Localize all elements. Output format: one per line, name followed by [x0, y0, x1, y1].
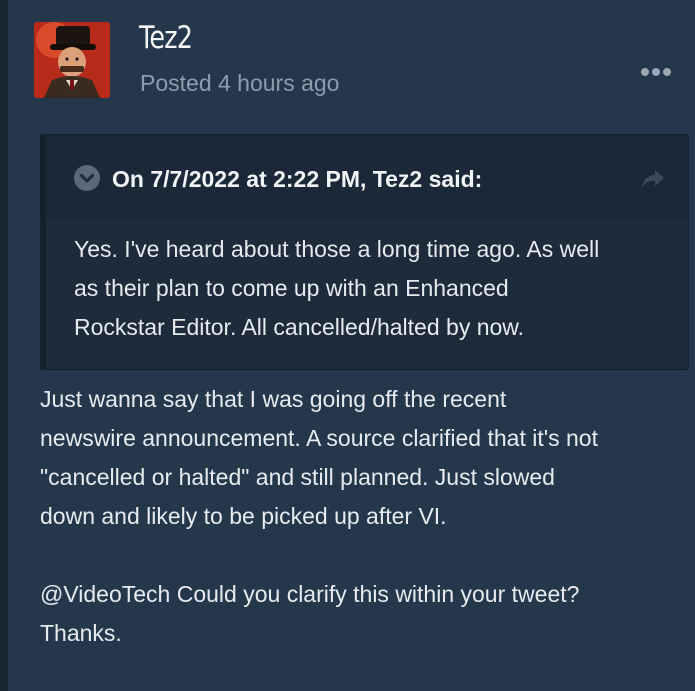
- post-line: newswire announcement. A source clarifie…: [40, 425, 598, 451]
- chevron-down-icon: [80, 174, 94, 183]
- post-line: Thanks.: [40, 620, 122, 646]
- share-arrow-icon: [642, 170, 664, 188]
- post-body: Just wanna say that I was going off the …: [40, 380, 690, 653]
- post-line: down and likely to be picked up after VI…: [40, 503, 447, 529]
- ellipsis-icon: [641, 68, 671, 76]
- post-line: Just wanna say that I was going off the …: [40, 386, 507, 412]
- quote-share-button[interactable]: [640, 167, 666, 191]
- avatar-image: [34, 22, 110, 98]
- quote-header: On 7/7/2022 at 2:22 PM, Tez2 said:: [46, 135, 688, 219]
- post-line: "cancelled or halted" and still planned.…: [40, 464, 555, 490]
- avatar[interactable]: [34, 22, 110, 98]
- quote-block: On 7/7/2022 at 2:22 PM, Tez2 said: Yes. …: [40, 134, 689, 370]
- quote-line: Rockstar Editor. All cancelled/halted by…: [74, 314, 525, 340]
- author-name[interactable]: Tez2: [139, 20, 193, 56]
- quote-body: Yes. I've heard about those a long time …: [74, 230, 674, 347]
- quote-line: Yes. I've heard about those a long time …: [74, 236, 600, 262]
- post-timestamp: Posted 4 hours ago: [140, 70, 340, 96]
- forum-post: Tez2 Posted 4 hours ago On 7/7/2022 at 2…: [0, 0, 695, 691]
- quote-citation[interactable]: On 7/7/2022 at 2:22 PM, Tez2 said:: [112, 166, 482, 193]
- quote-line: as their plan to come up with an Enhance…: [74, 275, 509, 301]
- post-line: @VideoTech Could you clarify this within…: [40, 581, 580, 607]
- quote-collapse-toggle[interactable]: [74, 165, 100, 191]
- post-options-button[interactable]: [636, 60, 676, 84]
